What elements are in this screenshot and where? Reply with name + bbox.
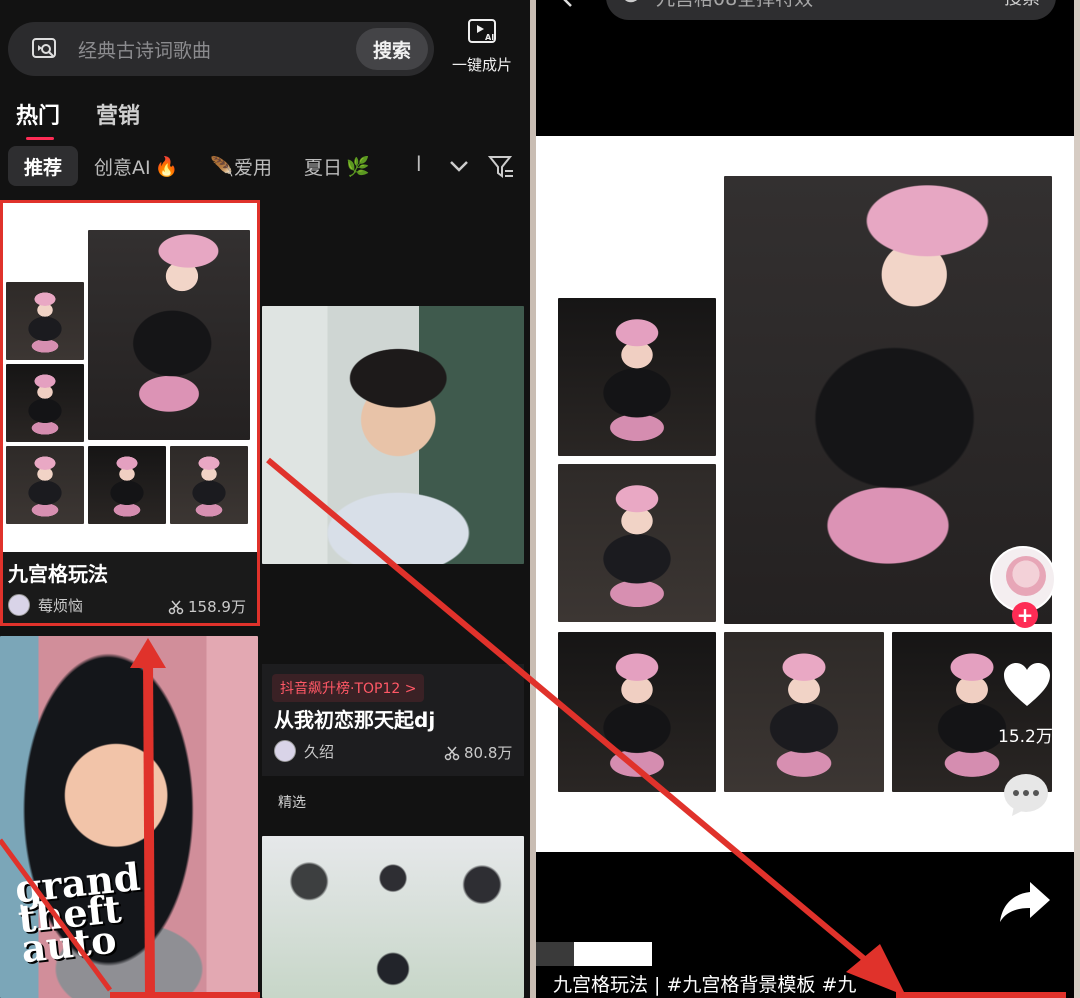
ai-video-icon: AI: [468, 19, 496, 43]
video-canvas[interactable]: [536, 136, 1074, 852]
like-count: 15.2万: [998, 727, 1053, 747]
feather-icon: 🪶: [210, 155, 234, 178]
comment-icon[interactable]: [1002, 772, 1050, 818]
image-search-icon[interactable]: [30, 34, 60, 64]
search-button[interactable]: 搜索: [356, 28, 428, 70]
template-browser-screen: 经典古诗词歌曲 搜索 AI 一键成片 热门 营销 推荐 创意AI 🔥 🪶 爱用 夏日…: [0, 0, 530, 998]
back-icon[interactable]: [560, 0, 574, 8]
tab-hot[interactable]: 热门: [16, 98, 60, 140]
gta-logo: grand theft auto: [12, 853, 143, 972]
redaction: [536, 942, 574, 966]
grid-photo: [558, 632, 716, 792]
chip-label: 爱用: [233, 156, 272, 179]
section-label: 精选: [278, 795, 306, 811]
grid-photo: [558, 298, 716, 456]
grid-photo: [724, 632, 884, 792]
chip-label: 夏日: [303, 156, 342, 179]
template-card-photo[interactable]: [262, 306, 524, 564]
card-title: 从我初恋那天起dj: [274, 708, 436, 732]
template-card-collage[interactable]: [262, 836, 524, 998]
stage: 经典古诗词歌曲 搜索 AI 一键成片 热门 营销 推荐 创意AI 🔥 🪶 爱用 夏日…: [0, 0, 1080, 998]
avatar: [274, 740, 296, 762]
filter-icon[interactable]: [488, 154, 514, 180]
chip-overflow: l: [416, 152, 422, 176]
search-bar[interactable]: 经典古诗词歌曲 搜索: [8, 22, 434, 76]
leaf-icon: 🌿: [346, 155, 370, 178]
trending-badge[interactable]: 抖音飙升榜·TOP12 >: [272, 674, 425, 702]
chip-recommended[interactable]: 推荐: [8, 146, 79, 186]
redaction: [574, 942, 652, 966]
tab-marketing[interactable]: 营销: [96, 98, 140, 130]
template-preview: [262, 306, 524, 564]
usage-count: 80.8万: [444, 742, 512, 763]
chip-label: 创意AI: [94, 156, 151, 179]
heart-icon[interactable]: [1002, 662, 1052, 708]
author-name: 久绍: [304, 742, 335, 761]
one-click-label: 一键成片: [451, 56, 512, 74]
chip-favorites[interactable]: 🪶 爱用: [194, 146, 288, 186]
search-bar[interactable]: 九宫格08全择特效 搜索: [606, 0, 1056, 20]
card-author: 久绍: [274, 740, 334, 762]
one-click-video-button[interactable]: AI 一键成片: [446, 18, 518, 80]
video-caption: 九宫格玩法 | #九宫格背景模板 #九: [553, 974, 857, 996]
fire-icon: 🔥: [154, 155, 179, 178]
scissors-icon: [444, 746, 460, 760]
chip-creative-ai[interactable]: 创意AI 🔥: [78, 146, 194, 186]
chip-label: 推荐: [24, 156, 63, 179]
search-input[interactable]: 经典古诗词歌曲: [78, 36, 356, 63]
grid-photo: [558, 464, 716, 622]
category-tabs: 热门 营销: [16, 98, 140, 140]
search-button[interactable]: 搜索: [1004, 0, 1040, 10]
filter-chips: 推荐 创意AI 🔥 🪶 爱用 夏日 🌿 l: [8, 146, 522, 186]
video-preview-screen: 九宫格08全择特效 搜索: [536, 0, 1074, 998]
template-preview: [262, 836, 524, 998]
svg-text:AI: AI: [485, 33, 494, 42]
grid-photo: [892, 632, 1052, 792]
chevron-down-icon[interactable]: [448, 152, 470, 180]
search-icon: [624, 0, 638, 3]
highlight-box: [0, 200, 260, 626]
uses-value: 80.8万: [464, 744, 513, 762]
share-icon[interactable]: [998, 880, 1052, 924]
follow-button[interactable]: +: [1012, 602, 1038, 628]
chip-summer[interactable]: 夏日 🌿: [288, 146, 386, 186]
search-input[interactable]: 九宫格08全择特效: [656, 0, 813, 11]
frame-edge: [1074, 0, 1080, 998]
